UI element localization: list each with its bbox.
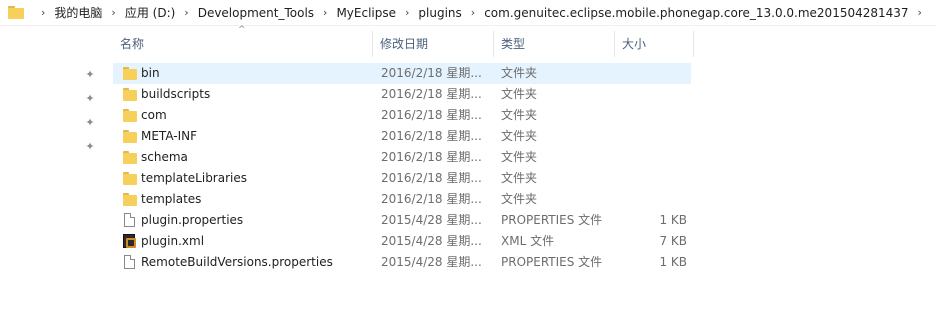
breadcrumb-item-my-computer[interactable]: 我的电脑: [54, 0, 102, 25]
pin-icon[interactable]: ✦: [84, 93, 96, 105]
breadcrumb-item-current-folder[interactable]: com.genuitec.eclipse.mobile.phonegap.cor…: [484, 0, 908, 25]
file-date: 2016/2/18 星期...: [381, 150, 482, 164]
list-item[interactable]: templates 2016/2/18 星期... 文件夹: [113, 189, 691, 210]
file-size: 1 KB: [659, 213, 687, 227]
folder-icon: [122, 172, 138, 186]
file-size: 1 KB: [659, 255, 687, 269]
list-item[interactable]: plugin.xml 2015/4/28 星期... XML 文件 7 KB: [113, 231, 691, 252]
file-name: RemoteBuildVersions.properties: [141, 255, 333, 269]
file-date: 2015/4/28 星期...: [381, 213, 482, 227]
breadcrumb-item-myeclipse[interactable]: MyEclipse: [336, 0, 396, 25]
file-type: 文件夹: [501, 87, 538, 101]
file-type: 文件夹: [501, 66, 538, 80]
chevron-right-icon[interactable]: ›: [102, 0, 124, 25]
breadcrumb-item-development-tools[interactable]: Development_Tools: [198, 0, 314, 25]
file-explorer-window: › 我的电脑 › 应用 (D:) › Development_Tools › M…: [0, 0, 936, 314]
folder-icon: [122, 88, 138, 102]
list-item[interactable]: RemoteBuildVersions.properties 2015/4/28…: [113, 252, 691, 273]
file-name: schema: [141, 150, 188, 164]
file-type: 文件夹: [501, 129, 538, 143]
file-type: PROPERTIES 文件: [501, 213, 603, 227]
file-type: 文件夹: [501, 192, 538, 206]
chevron-right-icon[interactable]: ›: [462, 0, 484, 25]
list-item[interactable]: schema 2016/2/18 星期... 文件夹: [113, 147, 691, 168]
folder-icon: [122, 193, 138, 207]
folder-icon: [122, 109, 138, 123]
chevron-right-icon[interactable]: ›: [909, 0, 931, 25]
column-headers: ^ 名称 修改日期 类型 大小: [113, 25, 694, 57]
file-date: 2015/4/28 星期...: [381, 255, 482, 269]
file-list: bin 2016/2/18 星期... 文件夹 buildscripts 201…: [113, 63, 691, 273]
pin-icon[interactable]: ✦: [84, 141, 96, 153]
list-item[interactable]: plugin.properties 2015/4/28 星期... PROPER…: [113, 210, 691, 231]
file-type: PROPERTIES 文件: [501, 255, 603, 269]
column-header-size[interactable]: 大小: [615, 31, 694, 57]
file-date: 2016/2/18 星期...: [381, 171, 482, 185]
file-type: 文件夹: [501, 150, 538, 164]
file-size: 7 KB: [659, 234, 687, 248]
column-header-date[interactable]: 修改日期: [373, 31, 494, 57]
file-name: com: [141, 108, 167, 122]
file-date: 2016/2/18 星期...: [381, 108, 482, 122]
file-type: 文件夹: [501, 108, 538, 122]
chevron-right-icon[interactable]: ›: [396, 0, 418, 25]
file-date: 2016/2/18 星期...: [381, 87, 482, 101]
list-item[interactable]: buildscripts 2016/2/18 星期... 文件夹: [113, 84, 691, 105]
column-header-name[interactable]: 名称: [113, 31, 373, 57]
file-name: plugin.xml: [141, 234, 205, 248]
file-name: buildscripts: [141, 87, 211, 101]
file-date: 2016/2/18 星期...: [381, 66, 482, 80]
file-name: plugin.properties: [141, 213, 244, 227]
file-date: 2016/2/18 星期...: [381, 129, 482, 143]
file-date: 2016/2/18 星期...: [381, 192, 482, 206]
document-icon: [124, 255, 135, 269]
xml-file-icon: [123, 234, 136, 248]
pin-icon[interactable]: ✦: [84, 117, 96, 129]
list-item[interactable]: templateLibraries 2016/2/18 星期... 文件夹: [113, 168, 691, 189]
document-icon: [124, 213, 135, 227]
breadcrumb-item-drive-d[interactable]: 应用 (D:): [125, 0, 175, 25]
list-item[interactable]: com 2016/2/18 星期... 文件夹: [113, 105, 691, 126]
pin-icon[interactable]: ✦: [84, 69, 96, 81]
list-item[interactable]: META-INF 2016/2/18 星期... 文件夹: [113, 126, 691, 147]
breadcrumb[interactable]: › 我的电脑 › 应用 (D:) › Development_Tools › M…: [0, 0, 936, 26]
file-type: 文件夹: [501, 171, 538, 185]
file-name: META-INF: [141, 129, 198, 143]
file-name: templates: [141, 192, 202, 206]
folder-icon: [122, 67, 138, 81]
chevron-right-icon[interactable]: ›: [32, 0, 54, 25]
file-name: templateLibraries: [141, 171, 247, 185]
folder-icon: [122, 151, 138, 165]
chevron-right-icon[interactable]: ›: [175, 0, 197, 25]
column-header-type[interactable]: 类型: [494, 31, 615, 57]
folder-icon: [8, 6, 24, 19]
file-name: bin: [141, 66, 160, 80]
file-date: 2015/4/28 星期...: [381, 234, 482, 248]
folder-icon: [122, 130, 138, 144]
list-item[interactable]: bin 2016/2/18 星期... 文件夹: [113, 63, 691, 84]
chevron-right-icon[interactable]: ›: [314, 0, 336, 25]
breadcrumb-item-plugins[interactable]: plugins: [418, 0, 461, 25]
file-type: XML 文件: [501, 234, 555, 248]
